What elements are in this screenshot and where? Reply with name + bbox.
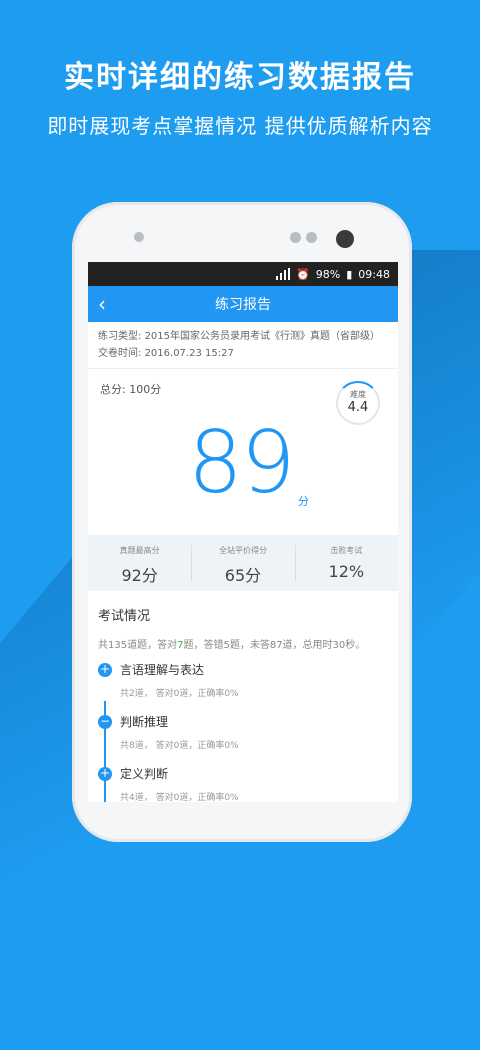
- back-button[interactable]: ‹: [98, 292, 106, 316]
- expand-icon[interactable]: +: [98, 663, 112, 677]
- promo-headline: 实时详细的练习数据报告: [64, 60, 416, 95]
- score-panel: 总分: 100分 难度 4.4 89 分: [88, 369, 398, 535]
- app-bar: ‹ 练习报告: [88, 286, 398, 322]
- battery-text: 98%: [315, 267, 341, 281]
- sensor-dot: [306, 232, 317, 243]
- sensor-dot: [134, 232, 144, 242]
- difficulty-badge: 难度 4.4: [336, 381, 380, 425]
- category-detail: 共4道， 答对0道，正确率0%: [120, 793, 239, 802]
- score-value: 89: [188, 413, 295, 513]
- category-item[interactable]: − 判断推理 共8道， 答对0道，正确率0%: [98, 713, 388, 751]
- stat-beaten: 击败考试 12%: [294, 535, 398, 591]
- promo-subline: 即时展现考点掌握情况 提供优质解析内容: [47, 114, 433, 138]
- stat-label: 全站平价得分: [218, 546, 267, 555]
- category-name: 判断推理: [120, 715, 169, 729]
- stat-label: 真题最高分: [119, 546, 160, 555]
- summary-text: 共135道题，答对: [98, 640, 178, 651]
- exam-type-row: 练习类型: 2015年国家公务员录用考试《行测》真题（省部级）: [98, 328, 388, 345]
- category-detail: 共2道， 答对0道，正确率0%: [120, 689, 239, 699]
- category-name: 定义判断: [120, 767, 169, 781]
- stat-highest: 真题最高分 92分: [88, 535, 191, 591]
- category-item[interactable]: + 言语理解与表达 共2道， 答对0道，正确率0%: [98, 661, 388, 699]
- alarm-icon: ⏰: [296, 267, 310, 281]
- score-unit: 分: [298, 495, 309, 508]
- exam-time-value: 2016.07.23 15:27: [144, 348, 234, 359]
- clock-text: 09:48: [358, 267, 390, 281]
- summary-text: 题，答错5题，未答87道，总用时30秒。: [183, 640, 366, 651]
- exam-summary: 共135道题，答对7题，答错5题，未答87道，总用时30秒。: [98, 636, 388, 651]
- exam-type-value: 2015年国家公务员录用考试《行测》真题（省部级）: [144, 331, 381, 342]
- difficulty-value: 4.4: [347, 400, 369, 415]
- category-detail: 共8道， 答对0道，正确率0%: [120, 741, 239, 751]
- phone-screen: ⏰ 98% ▮ 09:48 ‹ 练习报告 练习类型: 2015年国家公务员录用考…: [88, 262, 398, 802]
- exam-section: 考试情况 共135道题，答对7题，答错5题，未答87道，总用时30秒。 + 言语…: [88, 591, 398, 802]
- stat-average: 全站平价得分 65分: [191, 535, 294, 591]
- camera-icon: [336, 230, 354, 248]
- stat-label: 击败考试: [330, 546, 363, 555]
- total-score: 总分: 100分: [100, 383, 162, 396]
- expand-icon[interactable]: +: [98, 767, 112, 781]
- difficulty-label: 难度: [350, 390, 366, 399]
- sensor-dot: [290, 232, 301, 243]
- collapse-icon[interactable]: −: [98, 715, 112, 729]
- signal-icon: [276, 268, 291, 280]
- stat-value: 65分: [224, 566, 262, 585]
- exam-meta: 练习类型: 2015年国家公务员录用考试《行测》真题（省部级） 交卷时间: 20…: [88, 322, 398, 369]
- category-name: 言语理解与表达: [120, 663, 205, 677]
- category-list: + 言语理解与表达 共2道， 答对0道，正确率0% − 判断推理 共8道， 答对…: [98, 661, 388, 802]
- stat-value: 92分: [121, 566, 158, 585]
- status-bar: ⏰ 98% ▮ 09:48: [88, 262, 398, 286]
- exam-time-label: 交卷时间:: [98, 348, 142, 359]
- exam-type-label: 练习类型:: [98, 331, 142, 342]
- battery-icon: ▮: [346, 267, 353, 281]
- section-title: 考试情况: [98, 609, 151, 624]
- stats-bar: 真题最高分 92分 全站平价得分 65分 击败考试 12%: [88, 535, 398, 591]
- category-item[interactable]: + 定义判断 共4道， 答对0道，正确率0%: [98, 765, 388, 802]
- stat-value: 12%: [328, 562, 365, 581]
- exam-time-row: 交卷时间: 2016.07.23 15:27: [98, 345, 388, 362]
- page-title: 练习报告: [215, 297, 271, 313]
